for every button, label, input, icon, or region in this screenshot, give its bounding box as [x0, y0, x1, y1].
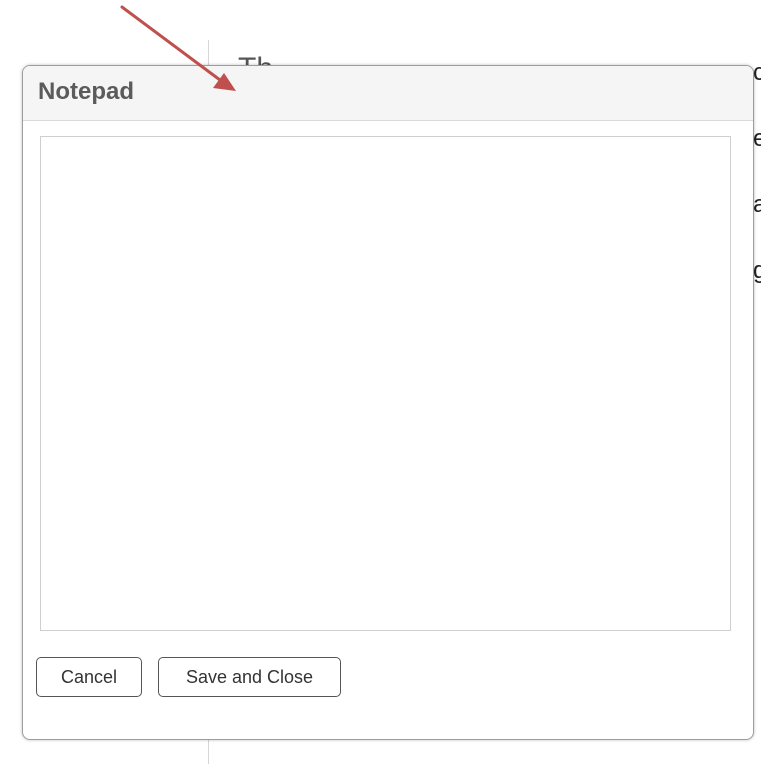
save-and-close-button[interactable]: Save and Close — [158, 657, 341, 697]
background-edge-text: c — [753, 59, 761, 86]
notes-textarea[interactable] — [40, 136, 731, 631]
dialog-title: Notepad — [38, 78, 134, 105]
background-edge-text: a — [753, 191, 761, 218]
cancel-button[interactable]: Cancel — [36, 657, 142, 697]
background-edge-text: g — [753, 257, 761, 284]
background-edge-text: e — [753, 125, 761, 152]
screen: Th c e a g Notepad Cancel Save and Close — [0, 0, 761, 764]
dialog-header[interactable]: Notepad — [23, 66, 753, 121]
notepad-dialog: Notepad Cancel Save and Close — [22, 65, 754, 740]
